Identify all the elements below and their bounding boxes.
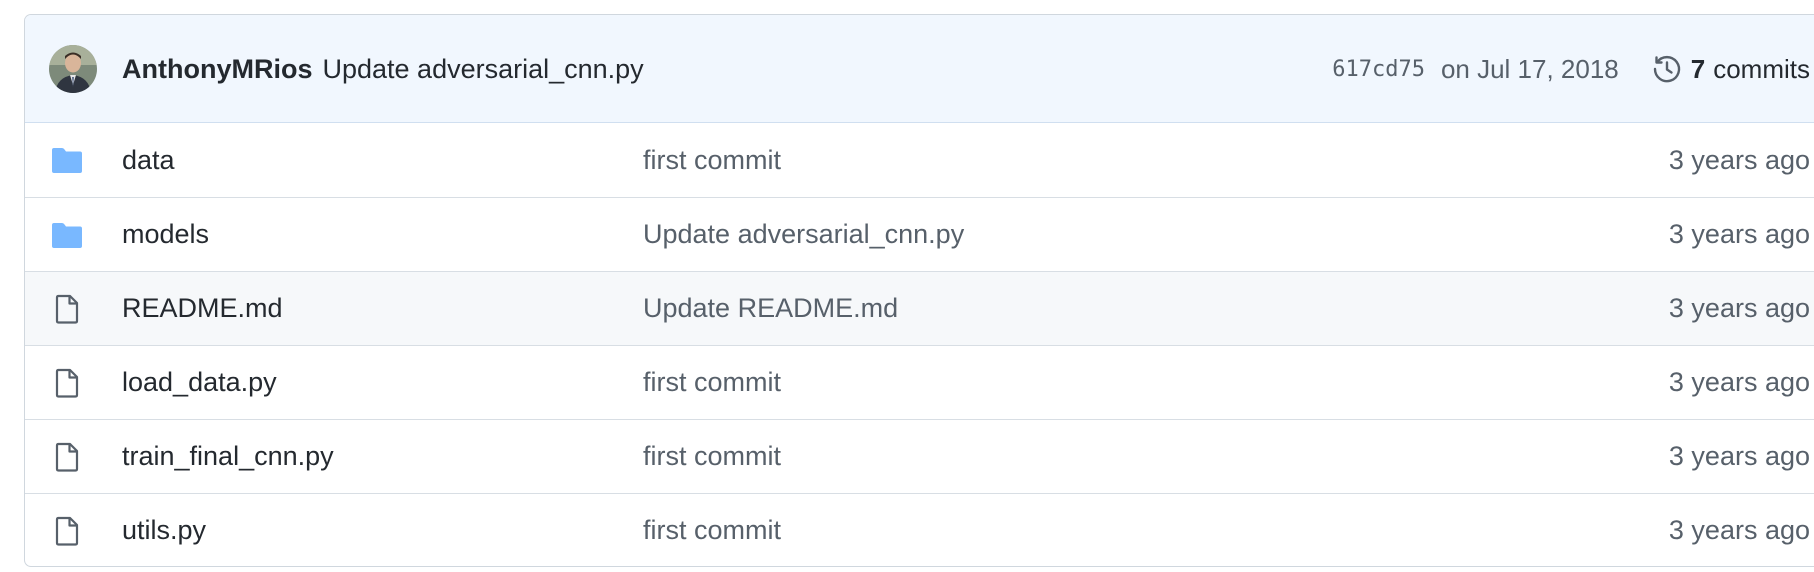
- file-list: data first commit 3 years ago models Upd…: [25, 123, 1814, 566]
- folder-icon: [52, 223, 82, 248]
- history-icon: [1653, 55, 1680, 83]
- commit-message-link[interactable]: Update adversarial_cnn.py: [322, 54, 643, 85]
- author-avatar[interactable]: [49, 45, 97, 93]
- file-row[interactable]: data first commit 3 years ago: [25, 123, 1814, 197]
- file-commit-message-link[interactable]: first commit: [643, 367, 781, 398]
- file-age: 3 years ago: [1668, 441, 1810, 471]
- folder-icon: [52, 148, 82, 173]
- file-age: 3 years ago: [1668, 515, 1810, 545]
- file-age: 3 years ago: [1668, 144, 1810, 175]
- file-name-link[interactable]: models: [122, 219, 209, 250]
- commits-history-link[interactable]: 7 commits: [1651, 53, 1810, 85]
- commit-author-link[interactable]: AnthonyMRios: [122, 54, 312, 85]
- file-commit-message-link[interactable]: Update README.md: [643, 293, 898, 324]
- file-name-link[interactable]: train_final_cnn.py: [122, 441, 334, 472]
- file-row[interactable]: README.md Update README.md 3 years ago: [25, 271, 1814, 345]
- file-icon: [55, 368, 79, 398]
- file-row[interactable]: train_final_cnn.py first commit 3 years …: [25, 419, 1814, 493]
- file-name-link[interactable]: utils.py: [122, 515, 206, 546]
- file-commit-message-link[interactable]: first commit: [643, 441, 781, 472]
- file-commit-message-link[interactable]: Update adversarial_cnn.py: [643, 219, 964, 250]
- commit-count: 7: [1690, 53, 1706, 84]
- commit-sha-link[interactable]: 617cd75: [1332, 57, 1425, 82]
- file-age: 3 years ago: [1668, 219, 1810, 249]
- file-commit-message-link[interactable]: first commit: [643, 145, 781, 176]
- commit-date[interactable]: on Jul 17, 2018: [1441, 54, 1619, 85]
- file-commit-message-link[interactable]: first commit: [643, 515, 781, 546]
- file-name-link[interactable]: load_data.py: [122, 367, 277, 398]
- file-row[interactable]: load_data.py first commit 3 years ago: [25, 345, 1814, 419]
- latest-commit-title: AnthonyMRios Update adversarial_cnn.py: [122, 15, 644, 123]
- commit-meta: 617cd75 on Jul 17, 2018 7 commits: [1332, 15, 1814, 123]
- file-row[interactable]: models Update adversarial_cnn.py 3 years…: [25, 197, 1814, 271]
- file-row[interactable]: utils.py first commit 3 years ago: [25, 493, 1814, 566]
- latest-commit-bar: AnthonyMRios Update adversarial_cnn.py 6…: [25, 15, 1814, 123]
- file-icon: [55, 442, 79, 472]
- file-age: 3 years ago: [1668, 293, 1810, 323]
- file-name-link[interactable]: README.md: [122, 293, 283, 324]
- file-name-link[interactable]: data: [122, 145, 175, 176]
- file-icon: [55, 516, 79, 546]
- file-icon: [55, 294, 79, 324]
- file-age: 3 years ago: [1668, 367, 1810, 397]
- file-browser: AnthonyMRios Update adversarial_cnn.py 6…: [24, 14, 1814, 567]
- commits-label: commits: [1713, 53, 1810, 84]
